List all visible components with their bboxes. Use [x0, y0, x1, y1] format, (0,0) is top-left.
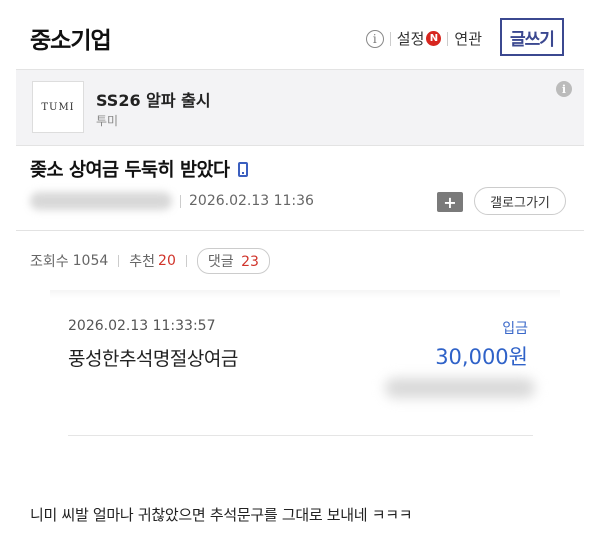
post-body-text: 니미 씨발 얼마나 귀찮았으면 추석문구를 그대로 보내네 ㅋㅋㅋ [30, 506, 413, 524]
mobile-icon [237, 161, 248, 177]
divider [16, 230, 584, 231]
top-links: i 설정 N 연관 [365, 28, 482, 49]
post-stats: 조회수 1054 추천 20 댓글 23 [30, 248, 270, 274]
comments-count: 23 [241, 254, 259, 270]
ad-info-icon[interactable]: i [556, 81, 572, 97]
recommend-label: 추천 [129, 254, 156, 270]
comment-count-button[interactable]: 댓글 23 [196, 248, 270, 274]
ad-title[interactable]: SS26 알파 출시 [96, 87, 211, 111]
ad-banner[interactable]: TUMI SS26 알파 출시 투미 i [16, 69, 584, 146]
gallog-button[interactable]: 갤로그가기 [474, 187, 566, 215]
bank-transaction-image: 2026.02.13 11:33:57 입금 풍성한추석명절상여금 30,000… [50, 290, 560, 440]
transaction-description: 풍성한추석명절상여금 [68, 348, 238, 370]
transaction-type: 입금 [502, 321, 528, 337]
brand-logo: TUMI [32, 81, 84, 133]
top-bar: 중소기업 i 설정 N 연관 글쓰기 [0, 0, 600, 68]
views-count: 1054 [72, 253, 109, 269]
divider [68, 435, 533, 436]
related-link[interactable]: 연관 [454, 28, 482, 49]
views-label: 조회수 [30, 254, 69, 270]
recommend-count: 20 [158, 253, 176, 269]
info-icon[interactable]: i [365, 29, 384, 48]
balance-blurred [385, 378, 535, 398]
image-edge [50, 290, 560, 298]
divider [118, 255, 120, 267]
divider [389, 31, 391, 46]
divider [185, 255, 187, 267]
post-date: 2026.02.13 11:36 [189, 193, 314, 209]
transaction-datetime: 2026.02.13 11:33:57 [68, 318, 216, 334]
post-title: 좆소 상여금 두둑히 받았다 [30, 160, 230, 181]
comments-label: 댓글 [207, 254, 234, 270]
write-button[interactable]: 글쓰기 [500, 18, 564, 56]
ad-subtitle: 투미 [96, 114, 119, 128]
folder-add-icon[interactable]: + [437, 192, 463, 212]
post-title-row: 좆소 상여금 두둑히 받았다 [30, 156, 248, 182]
gallery-title[interactable]: 중소기업 [30, 21, 112, 55]
new-badge: N [426, 31, 442, 46]
author-blurred [30, 192, 172, 210]
settings-link[interactable]: 설정 [397, 28, 425, 49]
divider [180, 195, 181, 208]
divider [447, 31, 449, 46]
transaction-amount: 30,000원 [435, 345, 528, 369]
